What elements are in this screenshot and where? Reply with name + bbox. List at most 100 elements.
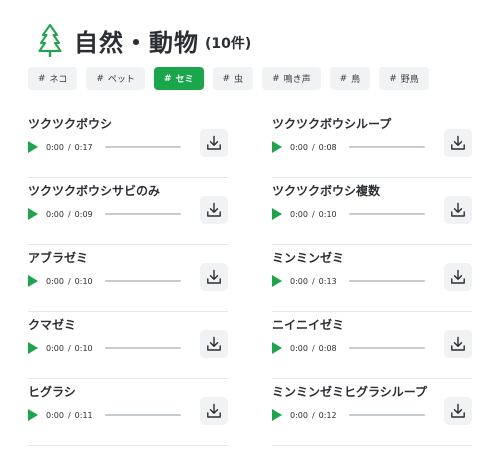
time-separator: / <box>67 209 71 219</box>
download-icon <box>207 269 221 284</box>
tree-icon <box>38 23 62 57</box>
duration: 0:17 <box>74 142 93 152</box>
sound-card: ニイニイゼミ 0:00/0:08 <box>272 312 472 379</box>
play-icon[interactable] <box>28 409 38 421</box>
sound-title: アブラゼミ <box>28 251 89 265</box>
time-display: 0:00/0:10 <box>46 277 93 286</box>
time-display: 0:00/0:11 <box>46 411 93 420</box>
sound-title: ツクツクボウシループ <box>272 117 392 131</box>
download-button[interactable] <box>444 263 472 291</box>
tag-chip[interactable]: # 鳥 <box>329 67 371 90</box>
play-icon[interactable] <box>272 409 282 421</box>
download-icon <box>451 202 465 217</box>
time-separator: / <box>67 276 71 286</box>
page-title: 自然・動物 <box>74 28 199 57</box>
seek-bar[interactable] <box>104 280 181 282</box>
download-button[interactable] <box>444 196 472 224</box>
tag-label: 虫 <box>234 75 244 85</box>
current-time: 0:00 <box>290 343 308 353</box>
play-icon[interactable] <box>272 141 282 153</box>
play-icon[interactable] <box>28 208 38 220</box>
current-time: 0:00 <box>46 276 64 286</box>
download-button[interactable] <box>200 129 228 157</box>
time-display: 0:00/0:09 <box>46 210 93 219</box>
tag-label: セミ <box>175 75 194 85</box>
page-header: 自然・動物 (10件) <box>38 20 251 60</box>
tag-chip[interactable]: # 虫 <box>212 67 254 90</box>
time-separator: / <box>311 343 315 353</box>
tag-chip[interactable]: # ペット <box>86 67 145 90</box>
current-time: 0:00 <box>46 142 64 152</box>
sound-title: ツクツクボウシサビのみ <box>28 184 161 198</box>
seek-bar[interactable] <box>348 146 425 148</box>
sound-card: ツクツクボウシループ 0:00/0:08 <box>272 111 472 178</box>
time-display: 0:00/0:10 <box>290 210 337 219</box>
play-icon[interactable] <box>28 141 38 153</box>
current-time: 0:00 <box>290 209 308 219</box>
sound-title: クマゼミ <box>28 318 77 332</box>
download-icon <box>207 135 221 150</box>
tag-hash: # <box>339 73 348 84</box>
tag-chip[interactable]: # 鳴き声 <box>262 67 321 90</box>
time-display: 0:00/0:08 <box>290 143 337 152</box>
tag-hash: # <box>96 73 104 84</box>
download-button[interactable] <box>444 129 472 157</box>
audio-player: 0:00/0:10 <box>272 206 425 222</box>
tag-hash: # <box>389 73 397 84</box>
download-icon <box>451 336 465 351</box>
audio-player: 0:00/0:11 <box>28 407 181 423</box>
sound-card: ミンミンゼミヒグラシループ 0:00/0:12 <box>272 379 472 446</box>
current-time: 0:00 <box>290 276 308 286</box>
tag-label: ペット <box>107 75 135 85</box>
audio-player: 0:00/0:10 <box>28 273 181 289</box>
seek-bar[interactable] <box>348 347 425 349</box>
play-icon[interactable] <box>272 342 282 354</box>
current-time: 0:00 <box>290 142 308 152</box>
download-button[interactable] <box>200 330 228 358</box>
play-icon[interactable] <box>28 275 38 287</box>
time-separator: / <box>311 209 315 219</box>
audio-player: 0:00/0:08 <box>272 139 425 155</box>
audio-player: 0:00/0:17 <box>28 139 181 155</box>
download-button[interactable] <box>444 397 472 425</box>
play-icon[interactable] <box>28 342 38 354</box>
seek-bar[interactable] <box>348 213 425 215</box>
seek-bar[interactable] <box>104 146 181 148</box>
time-display: 0:00/0:17 <box>46 143 93 152</box>
duration: 0:08 <box>318 142 337 152</box>
tag-chip[interactable]: # 野鳥 <box>379 67 429 90</box>
current-time: 0:00 <box>46 410 64 420</box>
time-display: 0:00/0:12 <box>290 411 337 420</box>
sound-card: クマゼミ 0:00/0:10 <box>28 312 228 379</box>
seek-bar[interactable] <box>104 414 181 416</box>
sound-title: ミンミンゼミヒグラシループ <box>272 385 428 399</box>
tag-chip[interactable]: # ネコ <box>28 67 78 90</box>
seek-bar[interactable] <box>348 280 425 282</box>
download-button[interactable] <box>200 196 228 224</box>
play-icon[interactable] <box>272 275 282 287</box>
tag-label: ネコ <box>49 75 68 85</box>
sound-title: ツクツクボウシ <box>28 117 113 131</box>
seek-bar[interactable] <box>104 347 181 349</box>
tag-hash: # <box>272 73 280 84</box>
time-separator: / <box>311 142 315 152</box>
time-separator: / <box>311 276 315 286</box>
duration: 0:09 <box>74 209 93 219</box>
sound-title: ヒグラシ <box>28 385 76 399</box>
duration: 0:08 <box>318 343 337 353</box>
download-icon <box>451 269 465 284</box>
play-icon[interactable] <box>272 208 282 220</box>
audio-player: 0:00/0:13 <box>272 273 425 289</box>
duration: 0:11 <box>74 410 93 420</box>
tag-chip[interactable]: # セミ <box>153 67 204 90</box>
duration: 0:10 <box>74 343 93 353</box>
download-button[interactable] <box>444 330 472 358</box>
duration: 0:10 <box>74 276 93 286</box>
tag-label: 鳴き声 <box>283 75 311 85</box>
download-button[interactable] <box>200 263 228 291</box>
download-button[interactable] <box>200 397 228 425</box>
tag-filter-bar: # ネコ # ペット # セミ # 虫 # 鳴き声 # 鳥 # 野鳥 <box>28 67 438 90</box>
seek-bar[interactable] <box>348 414 425 416</box>
seek-bar[interactable] <box>104 213 181 215</box>
time-separator: / <box>67 410 71 420</box>
